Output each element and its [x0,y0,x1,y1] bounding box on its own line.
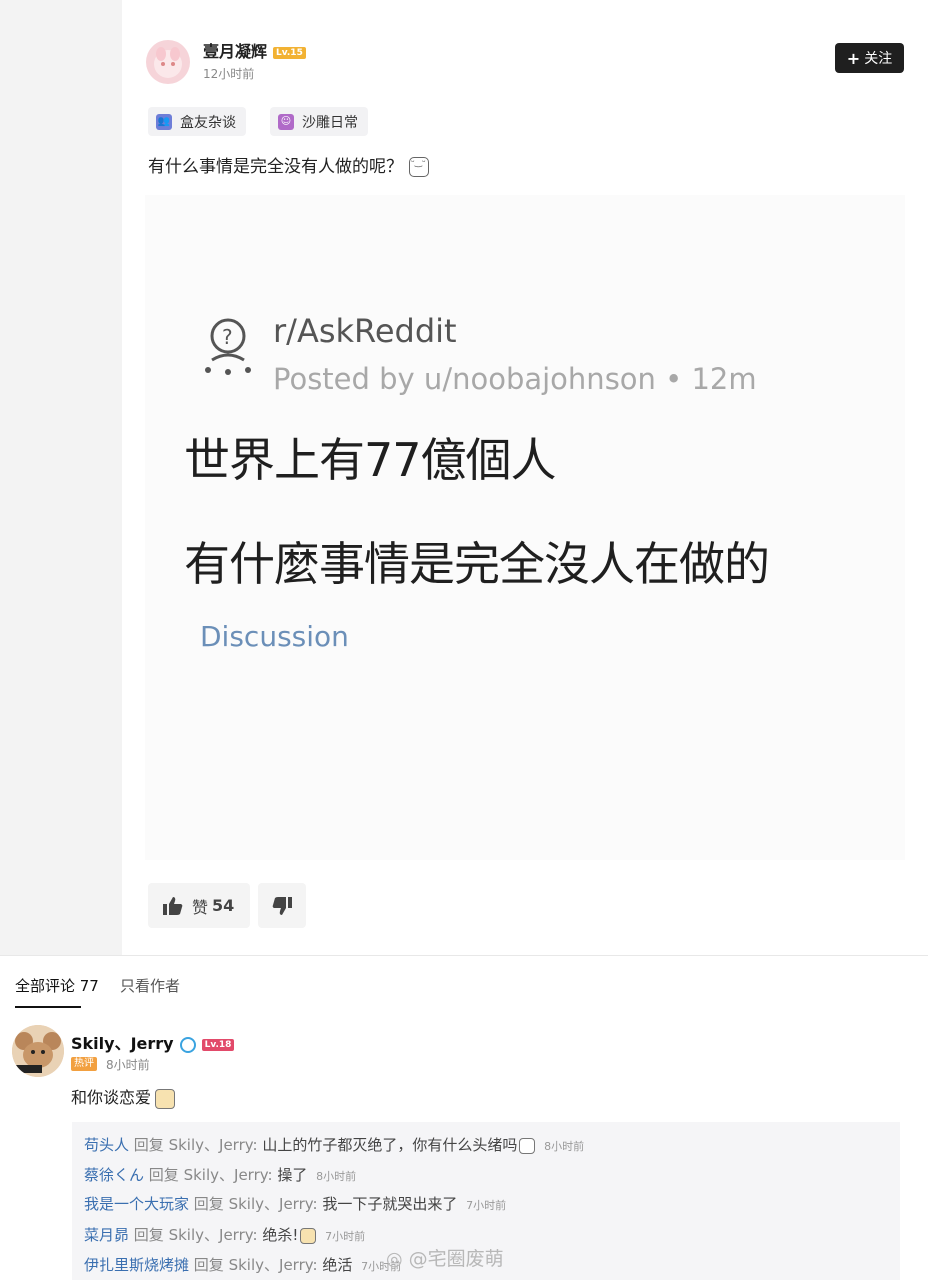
weibo-icon: ◎ [386,1248,403,1270]
left-gutter [0,0,122,955]
reply-author[interactable]: 苟头人 [84,1136,129,1154]
reply-word: 回复 [148,1166,179,1184]
reply-author[interactable]: 我是一个大玩家 [84,1195,189,1213]
subreddit-name: r/AskReddit [273,312,457,350]
dislike-button[interactable] [258,883,306,928]
reply-item[interactable]: 苟头人 回复 Skily、Jerry: 山上的竹子都灭绝了，你有什么头绪吗 8小… [84,1134,584,1155]
reply-author[interactable]: 伊扎里斯烧烤摊 [84,1256,189,1274]
reply-time: 8小时前 [316,1170,357,1183]
reply-target: Skily、Jerry: [168,1136,258,1154]
reply-word: 回复 [193,1256,224,1274]
commenter-avatar[interactable] [12,1025,64,1077]
reply-word: 回复 [133,1136,164,1154]
reply-text: 山上的竹子都灭绝了，你有什么头绪吗 [262,1136,518,1154]
reply-item[interactable]: 伊扎里斯烧烤摊 回复 Skily、Jerry: 绝活 7小时前 [84,1254,401,1275]
image-line-2: 有什麼事情是完全沒人在做的 [184,537,770,591]
tab-all-comments[interactable]: 全部评论 77 [15,975,99,996]
group-icon: 👥 [156,113,172,130]
posted-by: Posted by u/noobajohnson • 12m [273,362,757,396]
weibo-watermark: ◎ @宅圈废萌 [386,1244,504,1271]
commenter-name-row: Skily、Jerry Lv.18 [71,1030,235,1054]
reply-item[interactable]: 菜月昴 回复 Skily、Jerry: 绝杀! 7小时前 [84,1224,365,1245]
reply-time: 7小时前 [325,1230,366,1243]
comment-text: 和你谈恋爱 [71,1088,152,1107]
like-count: 54 [212,896,235,915]
commenter-level-badge: Lv.18 [201,1038,235,1051]
post-time: 12小时前 [203,67,255,81]
reply-item[interactable]: 蔡徐くん 回复 Skily、Jerry: 操了 8小时前 [84,1164,356,1185]
post-title: 有什么事情是完全没有人做的呢？ [148,152,429,177]
avatar-image [154,47,182,78]
follow-label: 关注 [864,51,893,67]
reply-time: 8小时前 [544,1140,585,1153]
reply-text: 我一下子就哭出来了 [322,1195,458,1213]
reply-text: 绝活 [322,1256,353,1274]
plus-icon: + [846,48,861,68]
tag-label: 沙雕日常 [302,114,358,131]
reply-target: Skily、Jerry: [228,1256,318,1274]
thumbs-up-icon [163,896,183,915]
reply-target: Skily、Jerry: [168,1226,258,1244]
active-tab-indicator [15,1006,81,1008]
author-avatar[interactable] [146,40,190,84]
discussion-flair: Discussion [200,620,349,653]
cat-emoji-icon [300,1227,317,1244]
reply-author[interactable]: 蔡徐くん [84,1166,144,1184]
follow-button[interactable]: + 关注 [835,43,904,73]
author-level-badge: Lv.15 [273,46,306,59]
like-label: 赞 [192,897,209,917]
smile-emoji-icon [409,157,429,177]
reply-text: 操了 [277,1166,308,1184]
cat-emoji-icon [155,1088,176,1109]
mouse-avatar-image [12,1025,64,1077]
like-button[interactable]: 赞 54 [148,883,250,928]
tag-hezou-zatan[interactable]: 👥 盒友杂谈 [148,107,246,136]
author-name[interactable]: 壹月凝辉 [203,42,267,61]
comment-text-row: 和你谈恋爱 [71,1084,176,1109]
tag-shadiao-richang[interactable]: ☺ 沙雕日常 [270,107,368,136]
tab-author-only[interactable]: 只看作者 [120,975,180,996]
reply-word: 回复 [133,1226,164,1244]
image-line-1: 世界上有77億個人 [184,433,557,487]
author-name-row: 壹月凝辉 Lv.15 [203,38,306,62]
dizzy-emoji-icon [519,1137,536,1154]
reply-item[interactable]: 我是一个大玩家 回复 Skily、Jerry: 我一下子就哭出来了 7小时前 [84,1193,506,1214]
watermark-text: @宅圈废萌 [408,1248,504,1270]
cat-icon: ☺ [278,113,294,130]
reply-author[interactable]: 菜月昴 [84,1226,129,1244]
hot-comment-badge: 热评 [71,1057,97,1071]
reply-word: 回复 [193,1195,224,1213]
reddit-question-icon: ? [205,318,251,375]
verified-badge-icon [179,1036,196,1053]
svg-text:?: ? [222,325,233,349]
reply-time: 7小时前 [466,1199,507,1212]
post-title-text: 有什么事情是完全没有人做的呢？ [148,157,403,177]
thumbs-down-icon [272,896,292,915]
reply-target: Skily、Jerry: [228,1195,318,1213]
comment-time: 8小时前 [106,1058,150,1072]
commenter-name[interactable]: Skily、Jerry [71,1034,174,1053]
reply-target: Skily、Jerry: [183,1166,273,1184]
reply-text: 绝杀! [262,1226,299,1244]
tag-label: 盒友杂谈 [180,114,236,131]
section-divider [0,955,928,956]
